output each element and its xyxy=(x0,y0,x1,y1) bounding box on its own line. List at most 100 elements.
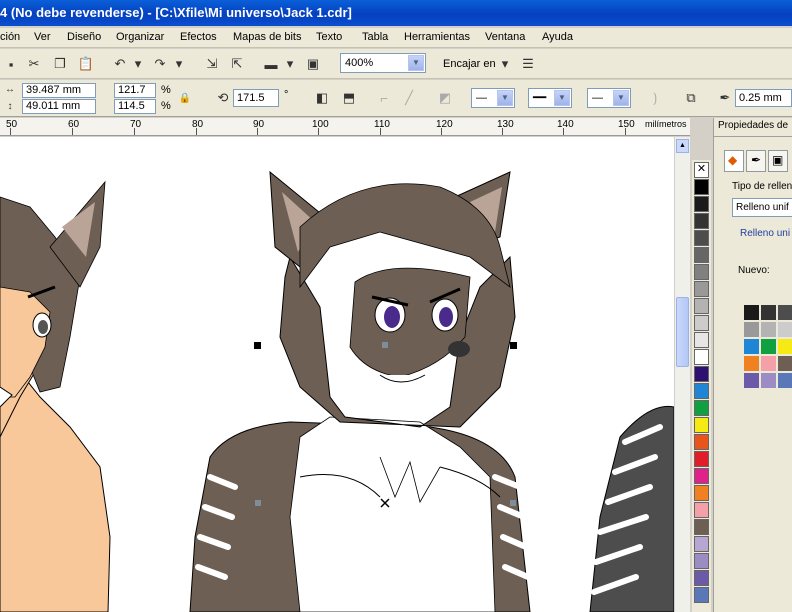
text-wrap-icon[interactable]: ⟯ xyxy=(646,89,664,107)
snap-to-label[interactable]: Encajar en xyxy=(443,58,496,70)
color-swatch[interactable] xyxy=(694,502,709,518)
color-swatch[interactable] xyxy=(761,356,776,371)
color-swatch[interactable] xyxy=(761,373,776,388)
object-width-field[interactable]: 39.487 mm xyxy=(22,83,96,98)
no-color-swatch[interactable]: ✕ xyxy=(694,162,709,178)
color-swatch[interactable] xyxy=(694,383,709,399)
menu-item-diseno[interactable]: Diseño xyxy=(67,31,101,43)
color-swatch[interactable] xyxy=(694,587,709,603)
to-front-icon[interactable]: ⧉ xyxy=(682,89,700,107)
color-swatch[interactable] xyxy=(694,332,709,348)
menu-item-ayuda[interactable]: Ayuda xyxy=(542,31,573,43)
color-swatch[interactable] xyxy=(694,349,709,365)
color-swatch[interactable] xyxy=(744,356,759,371)
options-icon[interactable]: ☰ xyxy=(519,55,537,73)
menu-item-mapas-de-bits[interactable]: Mapas de bits xyxy=(233,31,301,43)
outline-tab-icon[interactable]: ✒ xyxy=(746,150,766,172)
undo-icon[interactable]: ↶ xyxy=(111,55,129,73)
color-swatch[interactable] xyxy=(694,485,709,501)
menu-item-file[interactable]: ción xyxy=(0,31,20,43)
outline-width-field[interactable]: 0.25 mm xyxy=(735,89,792,107)
import-icon[interactable]: ⇲ xyxy=(203,55,221,73)
chevron-down-icon[interactable]: ▼ xyxy=(554,90,570,106)
redo-icon[interactable]: ↷ xyxy=(151,55,169,73)
lock-ratio-icon[interactable]: 🔒 xyxy=(178,91,192,105)
convert-to-curves-icon[interactable]: ◩ xyxy=(436,89,454,107)
paste-icon[interactable]: 📋 xyxy=(77,55,95,73)
color-swatch[interactable] xyxy=(694,366,709,382)
application-launcher-icon[interactable]: ▬ xyxy=(262,55,280,73)
fill-type-select[interactable]: Relleno unif xyxy=(732,198,792,217)
color-swatch[interactable] xyxy=(744,339,759,354)
color-swatch[interactable] xyxy=(744,322,759,337)
save-icon[interactable]: ▪ xyxy=(2,55,20,73)
scale-y-field[interactable]: 114.5 xyxy=(114,99,156,114)
mirror-vertical-icon[interactable]: ⬒ xyxy=(340,89,358,107)
color-swatch[interactable] xyxy=(694,553,709,569)
vertical-scrollbar[interactable]: ▲ xyxy=(674,137,690,612)
snap-dropdown-icon[interactable]: ▾ xyxy=(500,55,510,73)
color-swatch[interactable] xyxy=(694,315,709,331)
drawing-canvas[interactable] xyxy=(0,137,674,612)
color-swatch[interactable] xyxy=(761,322,776,337)
menu-item-ver[interactable]: Ver xyxy=(34,31,51,43)
color-swatch[interactable] xyxy=(778,356,792,371)
outline-pen-icon[interactable]: ✒ xyxy=(716,89,734,107)
scale-x-field[interactable]: 121.7 xyxy=(114,83,156,98)
launcher-dropdown-icon[interactable]: ▾ xyxy=(285,55,295,73)
menu-item-tabla[interactable]: Tabla xyxy=(362,31,388,43)
rotation-angle-field[interactable]: 171.5 xyxy=(233,89,279,107)
end-arrow-select[interactable]: — ▼ xyxy=(587,88,631,108)
line-segment-icon[interactable]: ╱ xyxy=(400,89,418,107)
chevron-down-icon[interactable]: ▼ xyxy=(497,90,513,106)
color-swatch[interactable] xyxy=(761,339,776,354)
color-swatch[interactable] xyxy=(744,373,759,388)
line-style-select[interactable]: ━━ ▼ xyxy=(528,88,572,108)
edit-curve-icon[interactable]: ⌐ xyxy=(375,89,393,107)
object-height-field[interactable]: 49.011 mm xyxy=(22,99,96,114)
color-swatch[interactable] xyxy=(694,213,709,229)
zoom-value: 400% xyxy=(345,57,374,69)
zoom-levels-select[interactable]: 400% ▼ xyxy=(340,53,426,73)
color-swatch[interactable] xyxy=(694,400,709,416)
cut-icon[interactable]: ✂ xyxy=(25,55,43,73)
menu-item-herramientas[interactable]: Herramientas xyxy=(404,31,470,43)
chevron-down-icon[interactable]: ▼ xyxy=(408,55,424,71)
menu-item-efectos[interactable]: Efectos xyxy=(180,31,217,43)
color-swatch[interactable] xyxy=(694,451,709,467)
color-swatch[interactable] xyxy=(778,322,792,337)
color-swatch[interactable] xyxy=(694,468,709,484)
start-arrow-select[interactable]: — ▼ xyxy=(471,88,515,108)
color-swatch[interactable] xyxy=(778,339,792,354)
color-swatch[interactable] xyxy=(694,298,709,314)
color-swatch[interactable] xyxy=(761,305,776,320)
color-swatch[interactable] xyxy=(694,230,709,246)
color-swatch[interactable] xyxy=(694,434,709,450)
color-swatch[interactable] xyxy=(744,305,759,320)
copy-icon[interactable]: ❐ xyxy=(51,55,69,73)
color-swatch[interactable] xyxy=(694,417,709,433)
menu-item-ventana[interactable]: Ventana xyxy=(485,31,525,43)
menu-item-organizar[interactable]: Organizar xyxy=(116,31,164,43)
color-swatch[interactable] xyxy=(778,305,792,320)
redo-dropdown-icon[interactable]: ▾ xyxy=(174,55,184,73)
chevron-down-icon[interactable]: ▼ xyxy=(613,90,629,106)
color-swatch[interactable] xyxy=(694,570,709,586)
color-swatch[interactable] xyxy=(694,264,709,280)
color-swatch[interactable] xyxy=(694,247,709,263)
undo-dropdown-icon[interactable]: ▾ xyxy=(133,55,143,73)
mirror-horizontal-icon[interactable]: ◧ xyxy=(313,89,331,107)
color-swatch[interactable] xyxy=(694,519,709,535)
scroll-up-icon[interactable]: ▲ xyxy=(676,139,689,153)
menu-item-texto[interactable]: Texto xyxy=(316,31,342,43)
color-swatch[interactable] xyxy=(694,281,709,297)
color-swatch[interactable] xyxy=(694,196,709,212)
color-swatch[interactable] xyxy=(778,373,792,388)
export-icon[interactable]: ⇱ xyxy=(228,55,246,73)
frame-tab-icon[interactable]: ▣ xyxy=(768,150,788,172)
scrollbar-thumb[interactable] xyxy=(676,297,689,367)
color-swatch[interactable] xyxy=(694,179,709,195)
welcome-screen-icon[interactable]: ▣ xyxy=(304,55,322,73)
fill-tab-icon[interactable]: ◆ xyxy=(724,150,744,172)
color-swatch[interactable] xyxy=(694,536,709,552)
